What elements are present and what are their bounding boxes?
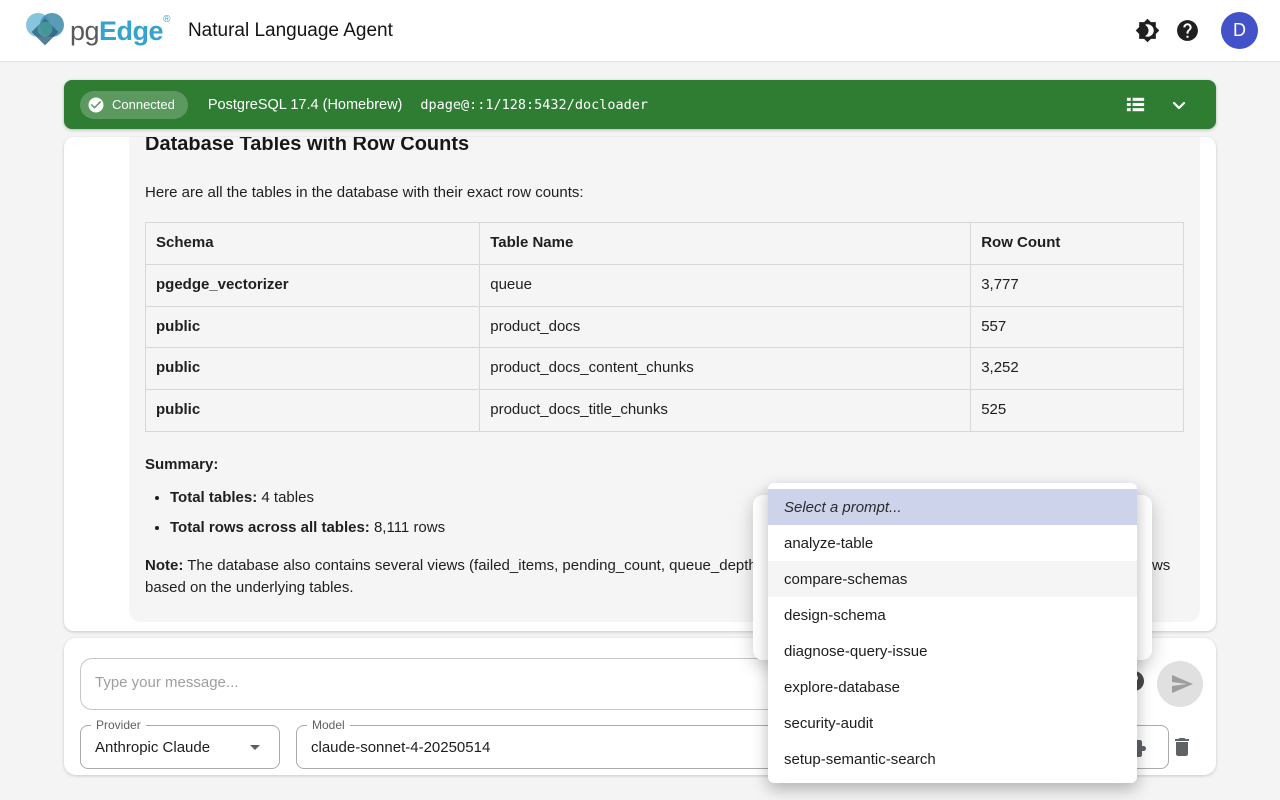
connection-list-button[interactable] <box>1118 88 1152 122</box>
table-cell: public <box>146 306 480 348</box>
send-button[interactable] <box>1157 661 1203 707</box>
chevron-down-icon <box>1167 93 1191 117</box>
prompt-menu-item[interactable]: explore-database <box>768 669 1137 705</box>
trash-icon <box>1170 735 1194 759</box>
table-column-header: Table Name <box>480 223 971 265</box>
table-row: publicproduct_docs_content_chunks3,252 <box>146 348 1184 390</box>
table-cell: public <box>146 348 480 390</box>
table-header-row: SchemaTable NameRow Count <box>146 223 1184 265</box>
help-button[interactable] <box>1167 11 1207 51</box>
table-column-header: Row Count <box>971 223 1184 265</box>
table-cell: product_docs_content_chunks <box>480 348 971 390</box>
table-row: publicproduct_docs_title_chunks525 <box>146 390 1184 432</box>
results-table: SchemaTable NameRow Count pgedge_vectori… <box>145 222 1184 432</box>
prompt-menu-item[interactable]: design-schema <box>768 597 1137 633</box>
theme-toggle-button[interactable] <box>1127 11 1167 51</box>
prompt-menu-item[interactable]: analyze-table <box>768 525 1137 561</box>
check-circle-icon <box>87 96 105 114</box>
pgedge-logo: pgEdge® <box>22 9 170 53</box>
message-heading: Database Tables with Row Counts <box>145 137 1184 158</box>
table-cell: public <box>146 390 480 432</box>
table-cell: queue <box>480 264 971 306</box>
user-avatar[interactable]: D <box>1221 12 1258 49</box>
prompt-menu-item[interactable]: setup-semantic-search <box>768 741 1137 777</box>
connection-bar: Connected PostgreSQL 17.4 (Homebrew) dpa… <box>64 80 1216 129</box>
connection-string: dpage@::1/128:5432/docloader <box>420 97 648 113</box>
summary-heading: Summary: <box>145 454 1184 476</box>
table-cell: 3,777 <box>971 264 1184 306</box>
provider-label: Provider <box>91 718 146 732</box>
prompt-menu-item[interactable]: diagnose-query-issue <box>768 633 1137 669</box>
list-icon <box>1124 93 1147 116</box>
provider-select[interactable]: Provider Anthropic Claude <box>80 725 280 769</box>
table-cell: product_docs <box>480 306 971 348</box>
model-value: claude-sonnet-4-20250514 <box>311 739 490 756</box>
pgedge-heart-icon <box>22 9 68 53</box>
connection-status-badge: Connected <box>80 91 188 119</box>
connection-expand-button[interactable] <box>1162 88 1196 122</box>
table-row: pgedge_vectorizerqueue3,777 <box>146 264 1184 306</box>
message-intro: Here are all the tables in the database … <box>145 182 1184 204</box>
prompt-menu-placeholder[interactable]: Select a prompt... <box>768 489 1137 525</box>
pgedge-wordmark: pgEdge® <box>70 14 170 47</box>
dropdown-arrow-icon <box>243 735 267 759</box>
connection-status-label: Connected <box>112 97 175 112</box>
prompt-menu-item[interactable]: compare-schemas <box>768 561 1137 597</box>
table-cell: product_docs_title_chunks <box>480 390 971 432</box>
table-cell: pgedge_vectorizer <box>146 264 480 306</box>
table-cell: 557 <box>971 306 1184 348</box>
app-header: pgEdge® Natural Language Agent D <box>0 0 1280 62</box>
table-row: publicproduct_docs557 <box>146 306 1184 348</box>
clear-conversation-button[interactable] <box>1167 732 1197 762</box>
page-title: Natural Language Agent <box>188 20 393 42</box>
prompt-menu: Select a prompt...analyze-tablecompare-s… <box>768 483 1137 783</box>
table-cell: 525 <box>971 390 1184 432</box>
server-version-label: PostgreSQL 17.4 (Homebrew) <box>208 97 403 113</box>
help-icon <box>1175 18 1200 43</box>
model-label: Model <box>307 718 350 732</box>
table-column-header: Schema <box>146 223 480 265</box>
prompt-menu-item[interactable]: security-audit <box>768 705 1137 741</box>
send-icon <box>1170 672 1194 696</box>
dark-mode-icon <box>1135 18 1160 43</box>
table-cell: 3,252 <box>971 348 1184 390</box>
provider-value: Anthropic Claude <box>95 739 243 756</box>
